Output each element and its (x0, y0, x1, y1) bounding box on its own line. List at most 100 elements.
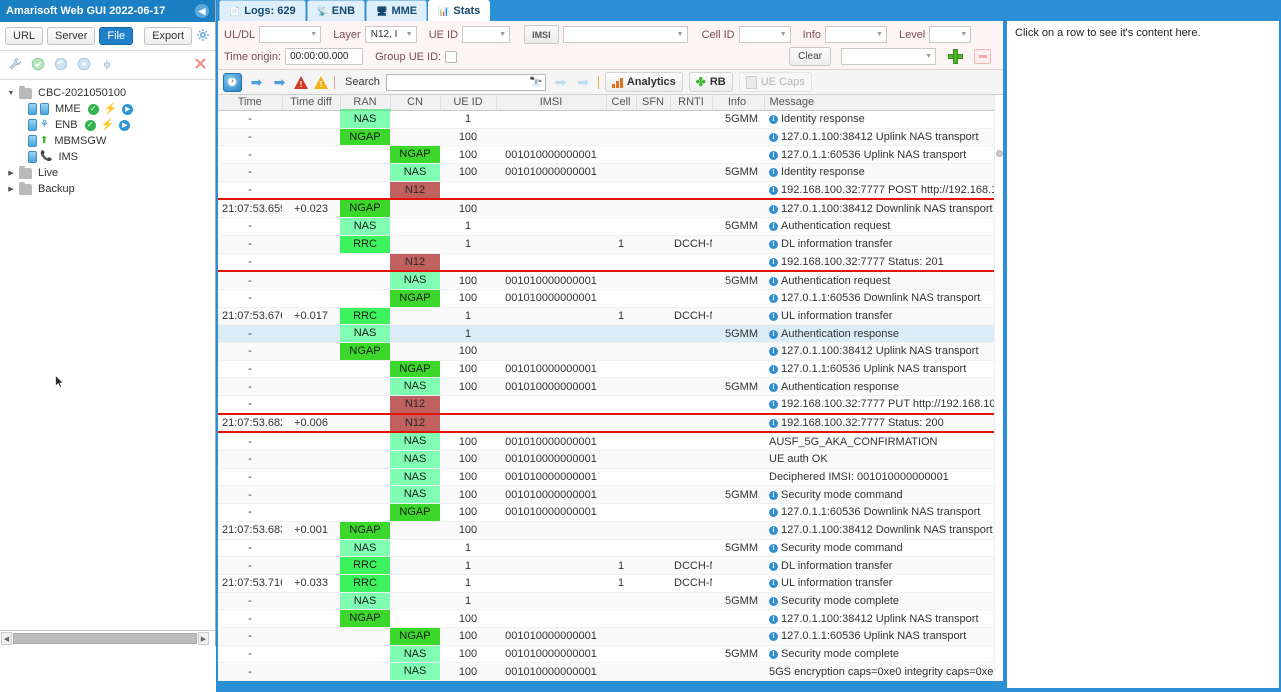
table-row[interactable]: -NAS➡➡15GMMiAuthentication request (218, 217, 1003, 236)
table-row[interactable]: - NGAP➡100001010000000001 i127.0.1.1:60536… (218, 360, 1003, 379)
warning-triangle-icon[interactable]: ! (314, 75, 328, 89)
chevron-right-icon[interactable]: ▶ (6, 185, 16, 193)
preset-select[interactable]: ▼ (841, 48, 936, 65)
table-row[interactable]: -NAS➡➡15GMMiIdentity response (218, 110, 1003, 129)
minus-icon[interactable] (974, 49, 991, 64)
close-icon[interactable] (194, 57, 207, 73)
tree-item-cbc-2021050100[interactable]: ▼ CBC-2021050100 (0, 85, 215, 101)
table-row[interactable]: - NAS 100 001010000000001 AUSF_5G_AKA_CONFIR… (218, 432, 1003, 452)
search-forward-icon[interactable]: ➡ (575, 74, 592, 91)
search-input[interactable]: 🔭 (385, 73, 546, 91)
table-row[interactable]: -NAS➡1000010100000000015GMMiSecurity mod… (218, 485, 1003, 505)
tree-item-mme[interactable]: MME ✓ ⚡ ▶ (0, 101, 215, 117)
tab-stats[interactable]: 📊 Stats (428, 0, 491, 21)
table-row[interactable]: 21:07:53.716+0.033RRC➡ 1 1 DCCH-NR iUL infor… (218, 574, 1003, 593)
col-header-rnti[interactable]: RNTI (670, 95, 713, 111)
table-row[interactable]: - N12➡ i192.168.100.32:7777 PUT http://192… (218, 395, 1003, 415)
col-header-sfn[interactable]: SFN (636, 95, 671, 111)
imsi-select[interactable]: ▼ (562, 26, 688, 43)
col-header-cn[interactable]: CN (390, 95, 441, 111)
binoculars-icon[interactable]: 🔭 (529, 76, 543, 89)
tree-item-live[interactable]: ▶ Live (0, 165, 215, 181)
col-header-ue-id[interactable]: UE ID (440, 95, 497, 111)
refresh-icon[interactable] (54, 57, 68, 74)
chevron-down-icon[interactable]: ▼ (6, 90, 16, 97)
table-row[interactable]: - NGAP➡ 100 i127.0.1.100:38412 Uplink NAS t… (218, 128, 1003, 147)
layer-select[interactable]: N12, I ▼ (364, 26, 417, 43)
table-row[interactable]: -NAS➡1000010100000000015GMMiAuthenticati… (218, 377, 1003, 396)
scroll-right-arrow[interactable]: ▶ (198, 632, 209, 645)
bottom-scroll-strip[interactable] (218, 681, 1003, 688)
arrow-left-icon[interactable]: ➡ (248, 74, 265, 91)
scroll-thumb[interactable] (996, 150, 1003, 157)
tree-item-backup[interactable]: ▶ Backup (0, 181, 215, 197)
table-row[interactable]: - N12➡ i192.168.100.32:7777 POST http://19… (218, 181, 1003, 201)
tree-item-mbmsgw[interactable]: ⬆ MBMSGW (0, 133, 215, 149)
tab-mme[interactable]: 🖥 MME (366, 0, 428, 21)
check-circle-icon[interactable] (31, 57, 45, 74)
col-header-imsi[interactable]: IMSI (496, 95, 607, 111)
table-row[interactable]: - N12➡ i192.168.100.32:7777 Status: 201 (218, 253, 1003, 273)
plug-icon[interactable] (100, 57, 114, 74)
col-header-cell[interactable]: Cell (606, 95, 637, 111)
analytics-button[interactable]: Analytics (604, 72, 683, 92)
table-row[interactable]: 21:07:53.676+0.017RRC➡ 1 1 DCCH-NR iUL infor… (218, 307, 1003, 326)
table-row[interactable]: - NGAP➡ 100 i127.0.1.100:38412 Uplink NAS t… (218, 342, 1003, 361)
scroll-thumb[interactable] (13, 633, 197, 644)
col-header-time[interactable]: Time (218, 95, 283, 111)
chevron-left-icon[interactable]: ◀ (195, 4, 209, 18)
ue-caps-button[interactable]: UE Caps (738, 72, 812, 92)
info-select[interactable]: ▼ (824, 26, 887, 43)
sidebar-hscrollbar[interactable]: ◀ ▶ (0, 630, 215, 646)
col-header-info[interactable]: Info (712, 95, 765, 111)
settings-icon[interactable] (196, 28, 210, 45)
table-row[interactable]: - NGAP➡100001010000000001 i127.0.1.1:60536… (218, 627, 1003, 646)
plus-icon[interactable] (948, 49, 963, 64)
tree-item-ims[interactable]: 📞 IMS (0, 149, 215, 165)
wrench-icon[interactable] (8, 57, 22, 74)
time-origin-input[interactable]: 00:00:00.000 (285, 48, 364, 65)
cellid-select[interactable]: ▼ (738, 26, 791, 43)
table-row[interactable]: -NAS➡➡15GMMiSecurity mode complete (218, 592, 1003, 611)
tab-logs-629[interactable]: 📄 Logs: 629 (219, 0, 306, 21)
table-row[interactable]: - NGAP➡ 100 i127.0.1.100:38412 Uplink NAS t… (218, 609, 1003, 628)
table-row[interactable]: - NAS 100 001010000000001 Deciphered IMSI: 0… (218, 468, 1003, 487)
table-row[interactable]: 21:07:53.659+0.023NGAP➡ 100 i127.0.1.100:3… (218, 199, 1003, 219)
col-header-message[interactable]: Message (764, 95, 1003, 111)
clock-icon[interactable]: 🕐 (223, 72, 242, 92)
vertical-scrollbar[interactable] (994, 95, 1003, 681)
rb-button[interactable]: ✤ RB (688, 72, 733, 92)
table-row[interactable]: - NGAP➡100001010000000001 i127.0.1.1:60536… (218, 289, 1003, 308)
table-row[interactable]: 21:07:53.682+0.006 N12➡ i192.168.100.32:77… (218, 413, 1003, 434)
table-row[interactable]: -NAS➡➡15GMMiAuthentication response (218, 324, 1003, 343)
tab-enb[interactable]: 📡 ENB (306, 0, 366, 21)
search-back-icon[interactable]: ➡ (552, 74, 569, 91)
table-row[interactable]: - NAS 100 001010000000001 UE auth OK (218, 450, 1003, 469)
clear-button[interactable]: Clear (789, 47, 831, 66)
arrow-right-icon[interactable]: ➡ (271, 74, 288, 91)
url-button[interactable]: URL (5, 27, 44, 45)
ueid-select[interactable]: ▼ (462, 26, 511, 43)
server-button[interactable]: Server (47, 27, 96, 45)
table-row[interactable]: - NGAP➡100001010000000001 i127.0.1.1:60536… (218, 145, 1003, 165)
chevron-right-icon[interactable]: ▶ (6, 169, 16, 177)
error-triangle-icon[interactable]: ! (294, 75, 308, 89)
col-header-time-diff[interactable]: Time diff (282, 95, 341, 111)
table-row[interactable]: 21:07:53.683+0.001NGAP➡ 100 i127.0.1.100:3… (218, 521, 1003, 540)
table-row[interactable]: -NAS➡1000010100000000015GMMiSecurity mod… (218, 645, 1003, 664)
export-button[interactable]: Export (144, 27, 192, 45)
table-row[interactable]: - RRC➡ 1 1 DCCH-NR iDL information transfer (218, 556, 1003, 575)
uldl-select[interactable]: ▼ (259, 26, 322, 43)
play-circle-icon[interactable] (77, 57, 91, 74)
group-ueid-checkbox[interactable] (445, 50, 458, 63)
table-row[interactable]: -NAS➡1000010100000000015GMMiAuthenticati… (218, 271, 1003, 290)
table-row[interactable]: - NGAP➡100001010000000001 i127.0.1.1:60536… (218, 503, 1003, 522)
table-row[interactable]: - NAS 100 001010000000001 5GS encryption cap… (218, 662, 1003, 681)
col-header-ran[interactable]: RAN (340, 95, 391, 111)
table-row[interactable]: -NAS➡1000010100000000015GMMiIdentity res… (218, 163, 1003, 182)
table-row[interactable]: -NAS➡➡15GMMiSecurity mode command (218, 539, 1003, 558)
scroll-left-arrow[interactable]: ◀ (1, 632, 12, 645)
imsi-button[interactable]: IMSI (524, 25, 559, 44)
file-button[interactable]: File (99, 27, 134, 45)
level-select[interactable]: ▼ (929, 26, 972, 43)
